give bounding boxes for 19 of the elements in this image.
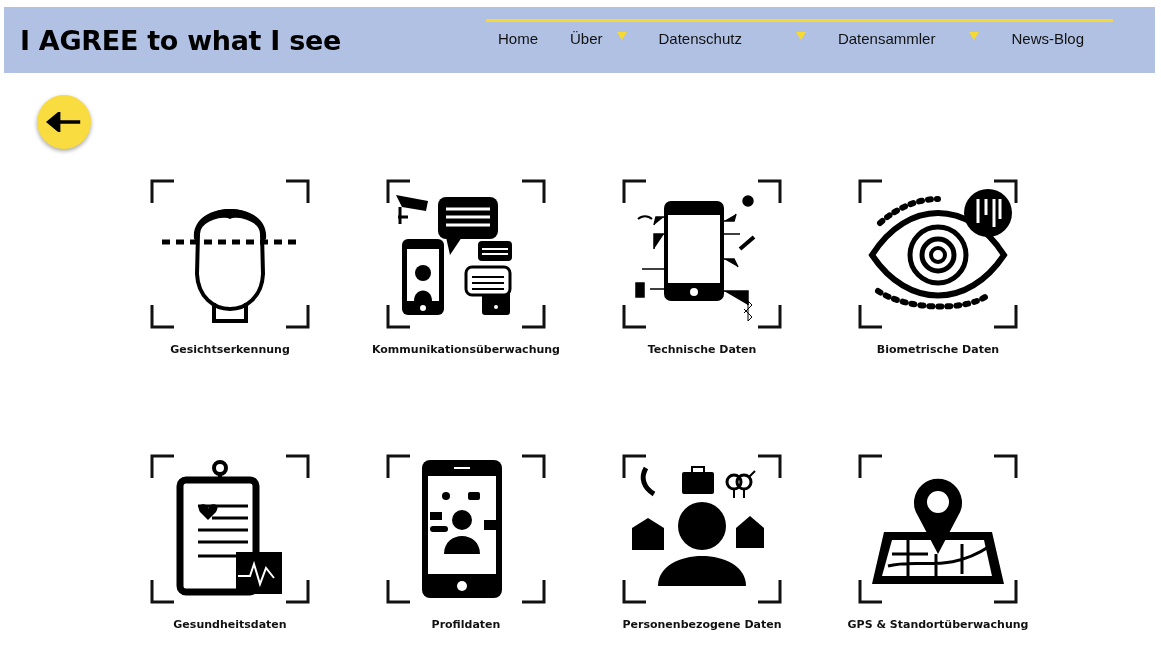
tile-caption: GPS & Standortüberwachung: [847, 618, 1029, 631]
back-arrow-icon: [46, 112, 82, 132]
nav-link[interactable]: Home: [498, 30, 538, 47]
tile-caption: Kommunikationsüberwachung: [372, 343, 560, 356]
tile-caption: Biometrische Daten: [876, 343, 1000, 356]
site-title: I AGREE to what I see: [20, 24, 341, 56]
caret-icon: [795, 32, 806, 40]
nav-link[interactable]: Datensammler: [837, 30, 980, 47]
nav-link[interactable]: Datenschutz: [658, 30, 806, 47]
caret-icon: [969, 32, 980, 40]
caret-icon: [616, 32, 627, 40]
tile-caption: Gesundheitsdaten: [173, 618, 287, 631]
tile-caption: Technische Daten: [647, 343, 757, 356]
tile-caption: Gesichtserkennung: [170, 343, 290, 356]
back-button[interactable]: [37, 95, 91, 149]
tile-caption: Profildaten: [431, 618, 501, 631]
tile-caption: Personenbezogene Daten: [622, 618, 782, 631]
nav-link[interactable]: Über: [570, 30, 627, 47]
nav-link[interactable]: News-Blog: [1011, 30, 1084, 47]
